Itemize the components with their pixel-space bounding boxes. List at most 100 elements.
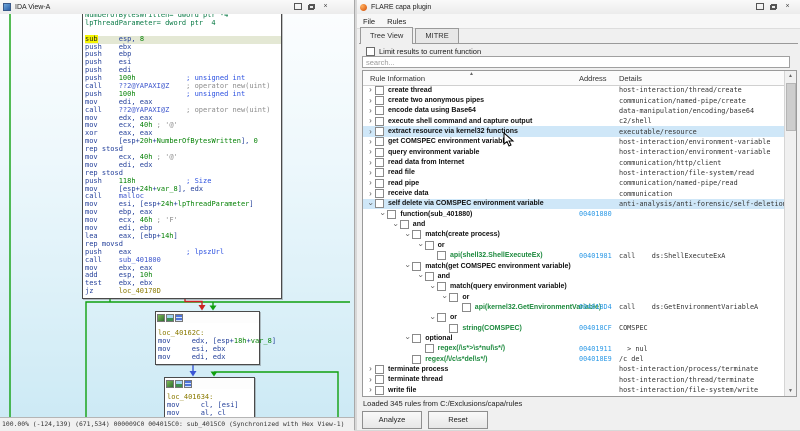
rule-checkbox[interactable] [375,96,384,106]
expand-arrow-icon[interactable]: › [366,137,375,146]
rule-row[interactable]: › create thread host-interaction/thread/cr… [363,85,785,95]
rule-checkbox[interactable] [375,106,384,116]
rule-label[interactable]: or [438,242,445,249]
column-rule-information[interactable]: Rule Information [370,74,425,83]
rule-label[interactable]: terminate thread [388,376,443,383]
asm-line[interactable]: mov edi, edx [158,353,259,362]
rule-row[interactable]: regex(/\/c\s*del\s*/) 004018E9/c del [363,354,785,364]
close-icon[interactable]: × [321,2,330,11]
rule-checkbox[interactable] [424,240,434,250]
column-address[interactable]: Address [579,74,607,83]
expand-arrow-icon[interactable]: › [366,168,375,177]
rule-row[interactable]: › execute shell command and capture outpu… [363,116,785,126]
rule-label[interactable]: api(shell32.ShellExecuteEx) [450,252,543,259]
rule-checkbox[interactable] [437,282,446,292]
float-icon[interactable] [769,2,778,11]
tab-tree-view[interactable]: Tree View [360,27,414,44]
tab-mitre[interactable]: MITRE [415,28,459,43]
rule-checkbox[interactable] [375,168,384,178]
rule-row[interactable]: › get COMSPEC environment variable host-in… [363,137,785,147]
rule-checkbox[interactable] [449,323,459,333]
rule-row[interactable]: regex(/\s*>\s*nul\s*/) 00401911 > nul [363,344,785,354]
rule-checkbox[interactable] [424,344,434,354]
rule-row[interactable]: › receive data communication [363,188,785,199]
rule-row[interactable]: › or [363,313,785,323]
rule-checkbox[interactable] [375,375,384,385]
rule-row[interactable]: api(shell32.ShellExecuteEx) 00401981 call … [363,251,785,261]
rule-checkbox[interactable] [375,178,384,188]
rule-label[interactable]: or [450,314,457,321]
vertical-scrollbar[interactable]: ▲ ▼ [784,71,796,396]
asm-line[interactable]: mov al, cl [167,409,254,417]
rule-label[interactable]: query environment variable [388,149,479,156]
rule-label[interactable]: or [462,294,469,301]
collapse-arrow-icon[interactable]: › [429,282,438,291]
graph-node-loc-40162c[interactable]: loc_40162C: mov edx, [esp+18h+var_8] mov e… [155,311,276,365]
rule-label[interactable]: regex(/\s*>\s*nul\s*/) [438,345,506,352]
capa-titlebar[interactable]: FLARE capa plugin × [357,0,800,15]
rule-row[interactable]: › read file host-interaction/file-system/r… [363,168,785,178]
rule-label[interactable]: write file [388,387,416,394]
rule-label[interactable]: and [438,273,450,280]
scroll-down-icon[interactable]: ▼ [785,386,796,396]
expand-arrow-icon[interactable]: › [366,96,375,105]
rule-label[interactable]: and [413,221,425,228]
close-icon[interactable]: × [783,2,792,11]
analyze-button[interactable]: Analyze [362,411,422,429]
node-group-icon[interactable] [175,313,183,322]
rule-checkbox[interactable] [424,271,434,281]
search-input[interactable] [362,56,790,68]
expand-arrow-icon[interactable]: › [366,179,375,187]
node-image-icon[interactable] [166,313,174,322]
rule-row[interactable]: › write file host-interaction/file-system/… [363,385,785,395]
collapse-arrow-icon[interactable]: › [379,210,388,219]
collapse-arrow-icon[interactable]: › [416,241,425,250]
node-image-icon[interactable] [175,379,183,388]
rule-checkbox[interactable] [437,313,446,323]
expand-arrow-icon[interactable]: › [366,365,375,373]
collapse-arrow-icon[interactable]: › [391,220,400,229]
collapse-arrow-icon[interactable]: › [429,313,438,322]
rule-checkbox[interactable] [437,251,446,261]
graph-node-loc-401634[interactable]: loc_401634: mov cl, [esi] mov al, cl [164,377,255,417]
rule-checkbox[interactable] [449,292,459,302]
rule-label[interactable]: execute shell command and capture output [388,118,532,125]
rule-label[interactable]: create two anonymous pipes [388,97,484,104]
rule-checkbox[interactable] [387,209,397,219]
rule-row[interactable]: › terminate thread host-interaction/thread… [363,375,785,385]
rule-checkbox[interactable] [375,385,384,395]
rule-row[interactable]: › match(get COMSPEC environment variable) [363,261,785,271]
rule-checkbox[interactable] [412,230,422,240]
asm-line[interactable]: jz loc_40170D [85,287,281,296]
rule-label[interactable]: receive data [388,190,428,197]
rule-checkbox[interactable] [461,302,471,312]
node-color-icon[interactable] [166,379,174,388]
collapse-arrow-icon[interactable]: › [404,230,413,239]
expand-arrow-icon[interactable]: › [366,117,375,125]
rules-table-header[interactable]: ▲ Rule Information Address Details [363,71,796,86]
rule-checkbox[interactable] [375,158,384,168]
rule-label[interactable]: read file [388,169,415,176]
rule-address[interactable]: 004018CF [579,324,612,332]
ida-graph-view[interactable]: NumberOfBytesWritten= dword ptr -4 lpThre… [0,14,354,417]
rule-row[interactable]: › read data from Internet communication/ht… [363,157,785,168]
rule-row[interactable]: › and [363,219,785,230]
rule-row[interactable]: › function(sub_401880) 00401880 [363,209,785,219]
reset-button[interactable]: Reset [428,411,488,429]
scrollbar-thumb[interactable] [786,83,796,131]
rule-row[interactable]: › optional [363,333,785,343]
rule-row[interactable]: › encode data using Base64 data-manipulati… [363,106,785,116]
expand-arrow-icon[interactable]: › [366,386,375,394]
rule-row[interactable]: › match(query environment variable) [363,282,785,292]
expand-arrow-icon[interactable]: › [366,158,375,167]
sort-ascending-icon[interactable]: ▲ [469,71,474,77]
rule-label[interactable]: self delete via COMSPEC environment vari… [388,200,544,207]
rule-address[interactable]: 004018D4 [579,303,612,311]
rule-address[interactable]: 00401911 [579,345,612,353]
rule-row[interactable]: › match(create process) [363,230,785,240]
rule-label[interactable]: read pipe [388,180,419,187]
rule-row[interactable]: › or [363,292,785,302]
limit-results-checkbox[interactable] [366,47,375,56]
collapse-arrow-icon[interactable]: › [416,272,425,281]
rule-checkbox[interactable] [375,85,384,95]
